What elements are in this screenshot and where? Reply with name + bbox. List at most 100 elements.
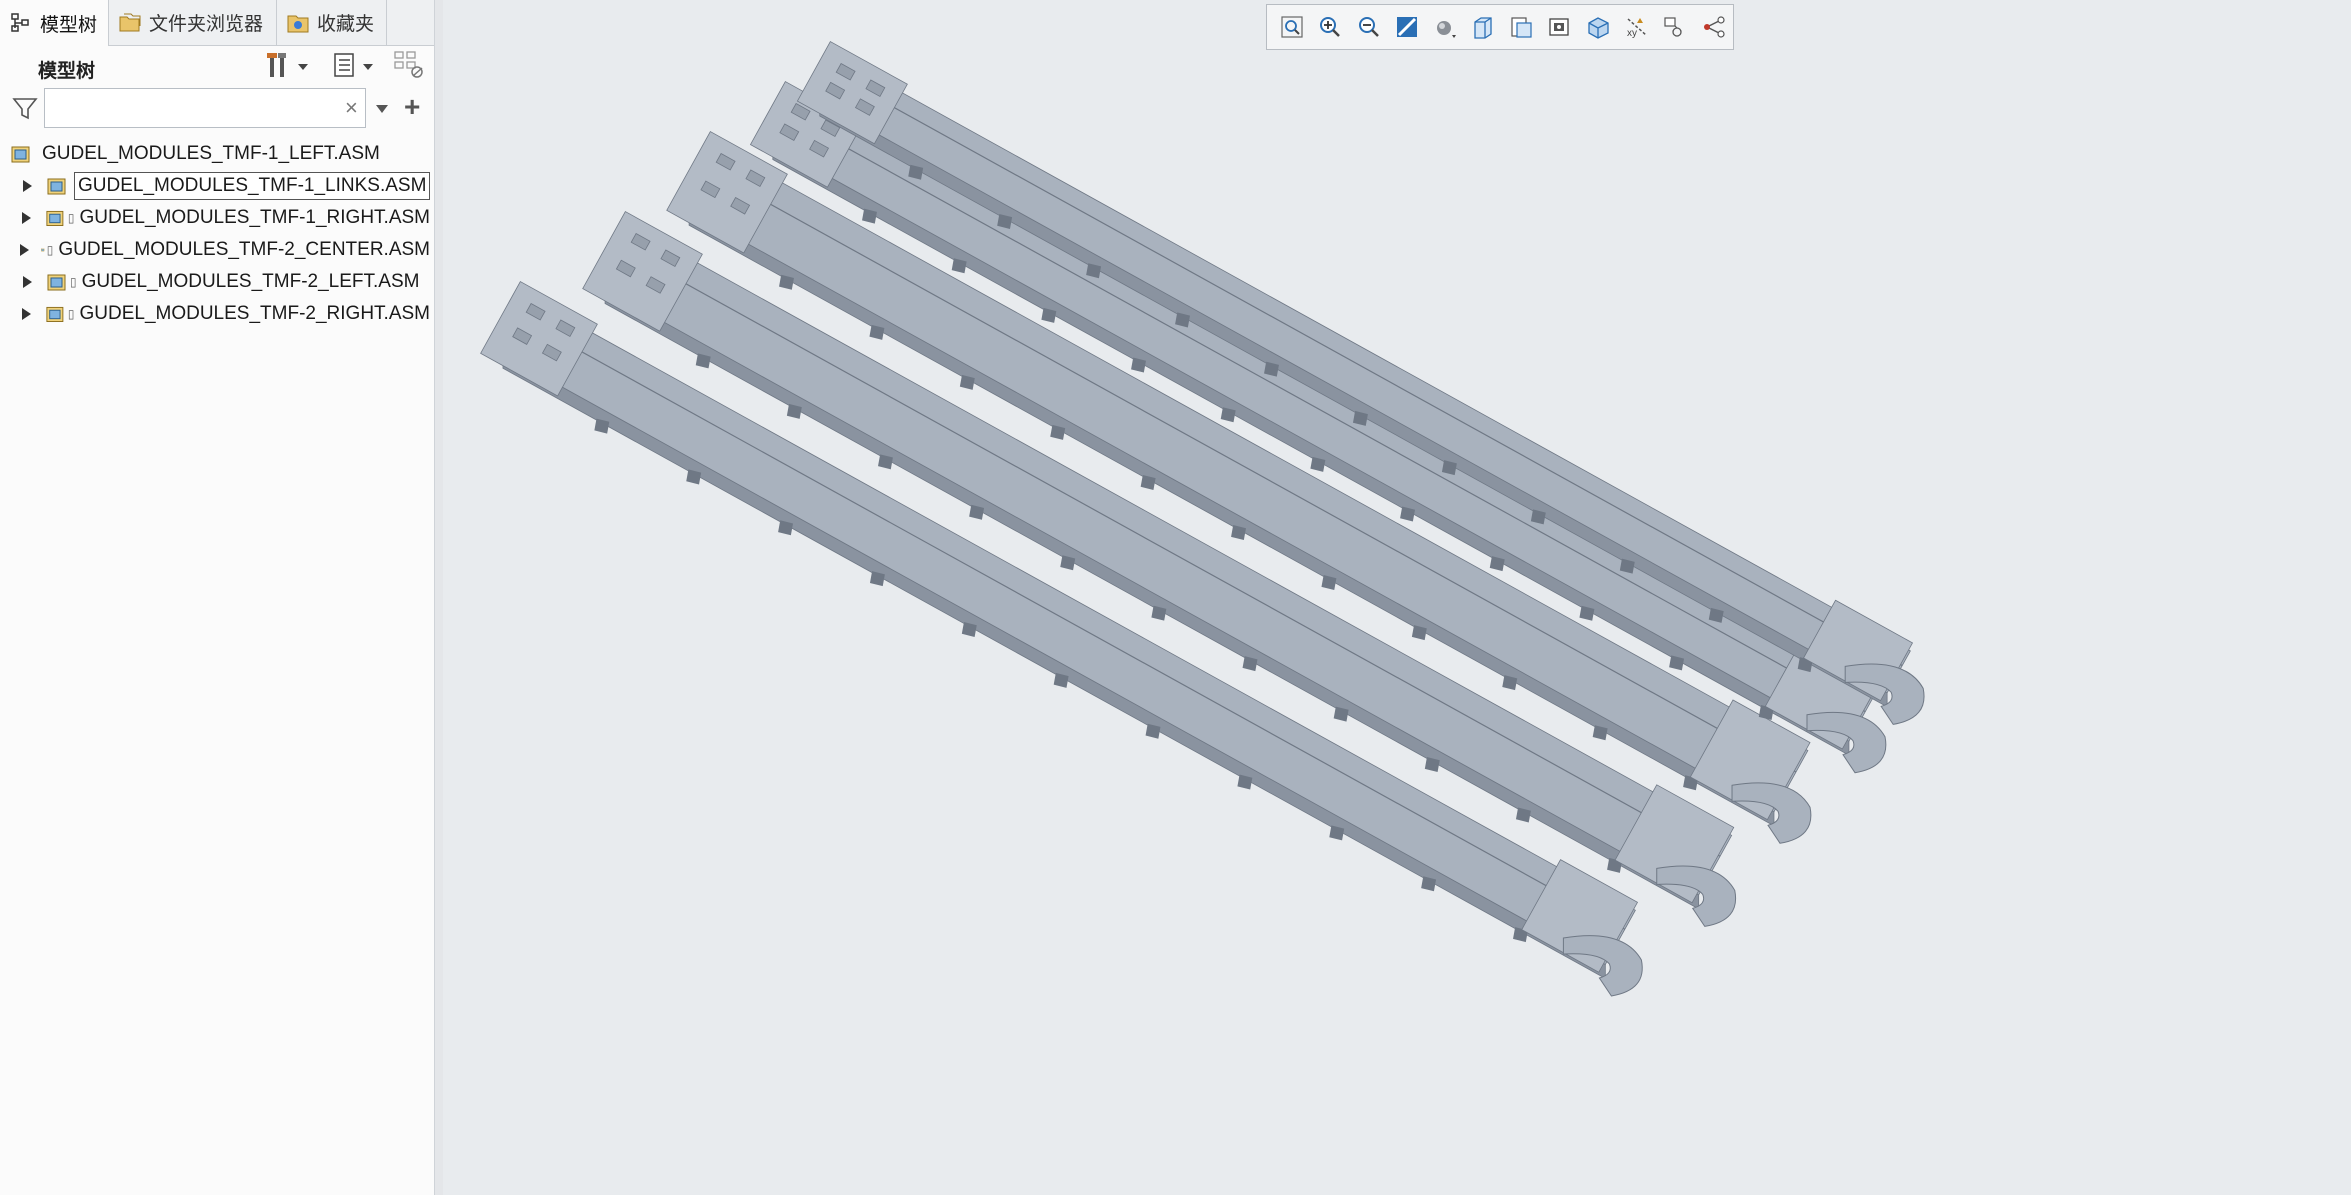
navigator-tabs: 模型树 文件夹浏览器 收藏夹 — [0, 0, 434, 46]
zoom-fit-button[interactable] — [1273, 8, 1311, 46]
datum-display-icon: xy — [1627, 18, 1647, 39]
rail-support-foot[interactable] — [997, 213, 1013, 229]
rail-support-foot[interactable] — [1592, 725, 1608, 741]
rail-support-foot[interactable] — [869, 571, 885, 587]
tree-columns-icon — [393, 50, 425, 85]
rail-support-foot[interactable] — [1264, 361, 1279, 377]
spin-center-button[interactable] — [1695, 8, 1733, 46]
tree-item[interactable]: ▯ GUDEL_MODULES_TMF-2_LEFT.ASM — [0, 266, 434, 298]
datum-display-button[interactable]: xy — [1618, 8, 1656, 46]
repaint-button[interactable] — [1388, 8, 1426, 46]
tree-item-label: GUDEL_MODULES_TMF-1_LINKS.ASM — [74, 172, 431, 200]
perspective-icon — [1549, 18, 1570, 36]
tree-search-input[interactable] — [44, 88, 366, 128]
rail-support-foot[interactable] — [969, 504, 985, 520]
annotation-display-button[interactable] — [1656, 8, 1694, 46]
rail-support-foot[interactable] — [1708, 607, 1724, 623]
rail-support-foot[interactable] — [961, 622, 977, 638]
rail-support-foot[interactable] — [1231, 525, 1246, 541]
rail-support-foot[interactable] — [695, 353, 711, 369]
tab-folder-browser[interactable]: 文件夹浏览器 — [109, 0, 277, 45]
rail-support-foot[interactable] — [1400, 506, 1416, 522]
rail-support-foot[interactable] — [1352, 410, 1368, 426]
rail-support-foot[interactable] — [779, 274, 794, 290]
rail-support-foot[interactable] — [1145, 723, 1161, 739]
zoom-in-button[interactable] — [1311, 8, 1349, 46]
rail-support-foot[interactable] — [1530, 509, 1546, 525]
rail-support-foot[interactable] — [1579, 605, 1595, 621]
rail-support-foot[interactable] — [1515, 807, 1531, 823]
rail-support-foot[interactable] — [1242, 656, 1258, 672]
rail-support-foot[interactable] — [1041, 307, 1057, 323]
tab-model-tree[interactable]: 模型树 — [0, 0, 109, 46]
rail-support-foot[interactable] — [878, 454, 893, 470]
rail-support-foot[interactable] — [908, 164, 924, 180]
tab-favorites[interactable]: 收藏夹 — [277, 0, 387, 45]
perspective-button[interactable] — [1541, 8, 1579, 46]
expand-arrow-icon[interactable] — [20, 212, 33, 224]
rail-support-foot[interactable] — [1329, 825, 1345, 841]
tree-item-label: GUDEL_MODULES_TMF-2_LEFT.ASM — [81, 271, 420, 292]
section-button[interactable] — [1580, 8, 1618, 46]
display-style-button[interactable] — [1426, 8, 1464, 46]
rail-support-foot[interactable] — [594, 418, 610, 434]
tree-settings-button[interactable] — [262, 52, 312, 82]
rail-support-foot[interactable] — [1050, 424, 1066, 440]
tree-show-button[interactable] — [328, 52, 378, 82]
rail-support-foot[interactable] — [1333, 706, 1349, 722]
model-tree-icon — [8, 10, 34, 36]
rail-support-foot[interactable] — [1424, 757, 1440, 773]
assembly-icon — [47, 274, 66, 291]
rail-support-foot[interactable] — [1053, 672, 1069, 688]
tree-root-item[interactable]: GUDEL_MODULES_TMF-1_LEFT.ASM — [0, 138, 434, 170]
rail-support-foot[interactable] — [1669, 655, 1685, 671]
rail-support-foot[interactable] — [1131, 357, 1146, 373]
saved-views-button[interactable] — [1465, 8, 1503, 46]
filter-options-dropdown[interactable] — [376, 100, 388, 118]
rail-support-foot[interactable] — [951, 258, 967, 274]
list-view-icon — [333, 52, 357, 83]
rail-support-foot[interactable] — [959, 374, 975, 390]
expand-arrow-icon[interactable] — [20, 276, 34, 288]
rail-support-foot[interactable] — [1411, 625, 1427, 641]
expand-arrow-icon[interactable] — [20, 180, 34, 192]
rail-support-foot[interactable] — [1421, 876, 1437, 892]
rail-support-foot[interactable] — [1060, 555, 1076, 571]
rail-support-foot[interactable] — [686, 469, 702, 485]
rail-support-foot[interactable] — [1489, 556, 1505, 572]
rail-support-foot[interactable] — [1220, 407, 1236, 423]
rail-support-foot[interactable] — [1619, 558, 1635, 574]
expand-arrow-icon[interactable] — [20, 244, 29, 256]
rail-support-foot[interactable] — [1151, 605, 1167, 621]
tree-item[interactable]: ▯ GUDEL_MODULES_TMF-1_RIGHT.ASM — [0, 202, 434, 234]
rail-support-foot[interactable] — [1321, 575, 1337, 591]
rail-support-foot[interactable] — [1310, 456, 1326, 472]
model-canvas[interactable] — [443, 0, 2351, 1195]
rail-support-foot[interactable] — [862, 208, 877, 224]
tree-item[interactable]: ▯ GUDEL_MODULES_TMF-2_RIGHT.ASM — [0, 298, 434, 330]
graphics-viewport[interactable]: xy — [443, 0, 2351, 1195]
rail-support-foot[interactable] — [778, 520, 794, 536]
assembly-icon — [11, 146, 30, 163]
rail-support-foot[interactable] — [1502, 675, 1518, 691]
view-toolbar: xy — [1266, 4, 1734, 50]
tree-item[interactable]: ▯ GUDEL_MODULES_TMF-2_CENTER.ASM — [0, 234, 434, 266]
svg-text:xy: xy — [1627, 28, 1637, 39]
tree-item[interactable]: GUDEL_MODULES_TMF-1_LINKS.ASM — [0, 170, 434, 202]
rail-support-foot[interactable] — [1086, 263, 1102, 279]
expand-arrow-icon[interactable] — [20, 308, 33, 320]
filter-icon[interactable] — [12, 96, 38, 122]
zoom-out-button[interactable] — [1350, 8, 1388, 46]
add-filter-button[interactable]: + — [404, 91, 420, 123]
model-tree: GUDEL_MODULES_TMF-1_LEFT.ASM GUDEL_MODUL… — [0, 138, 434, 330]
rail-support-foot[interactable] — [869, 324, 885, 340]
rail-support-foot[interactable] — [1237, 774, 1253, 790]
tree-columns-button[interactable] — [392, 50, 426, 85]
tree-item-label: GUDEL_MODULES_TMF-2_CENTER.ASM — [58, 239, 430, 260]
rail-support-foot[interactable] — [1441, 460, 1457, 476]
rail-support-foot[interactable] — [786, 403, 802, 419]
rail-support-foot[interactable] — [1175, 312, 1191, 328]
rail-support-foot[interactable] — [1140, 474, 1156, 490]
clear-search-icon[interactable]: × — [345, 95, 358, 121]
view-manager-button[interactable] — [1503, 8, 1541, 46]
